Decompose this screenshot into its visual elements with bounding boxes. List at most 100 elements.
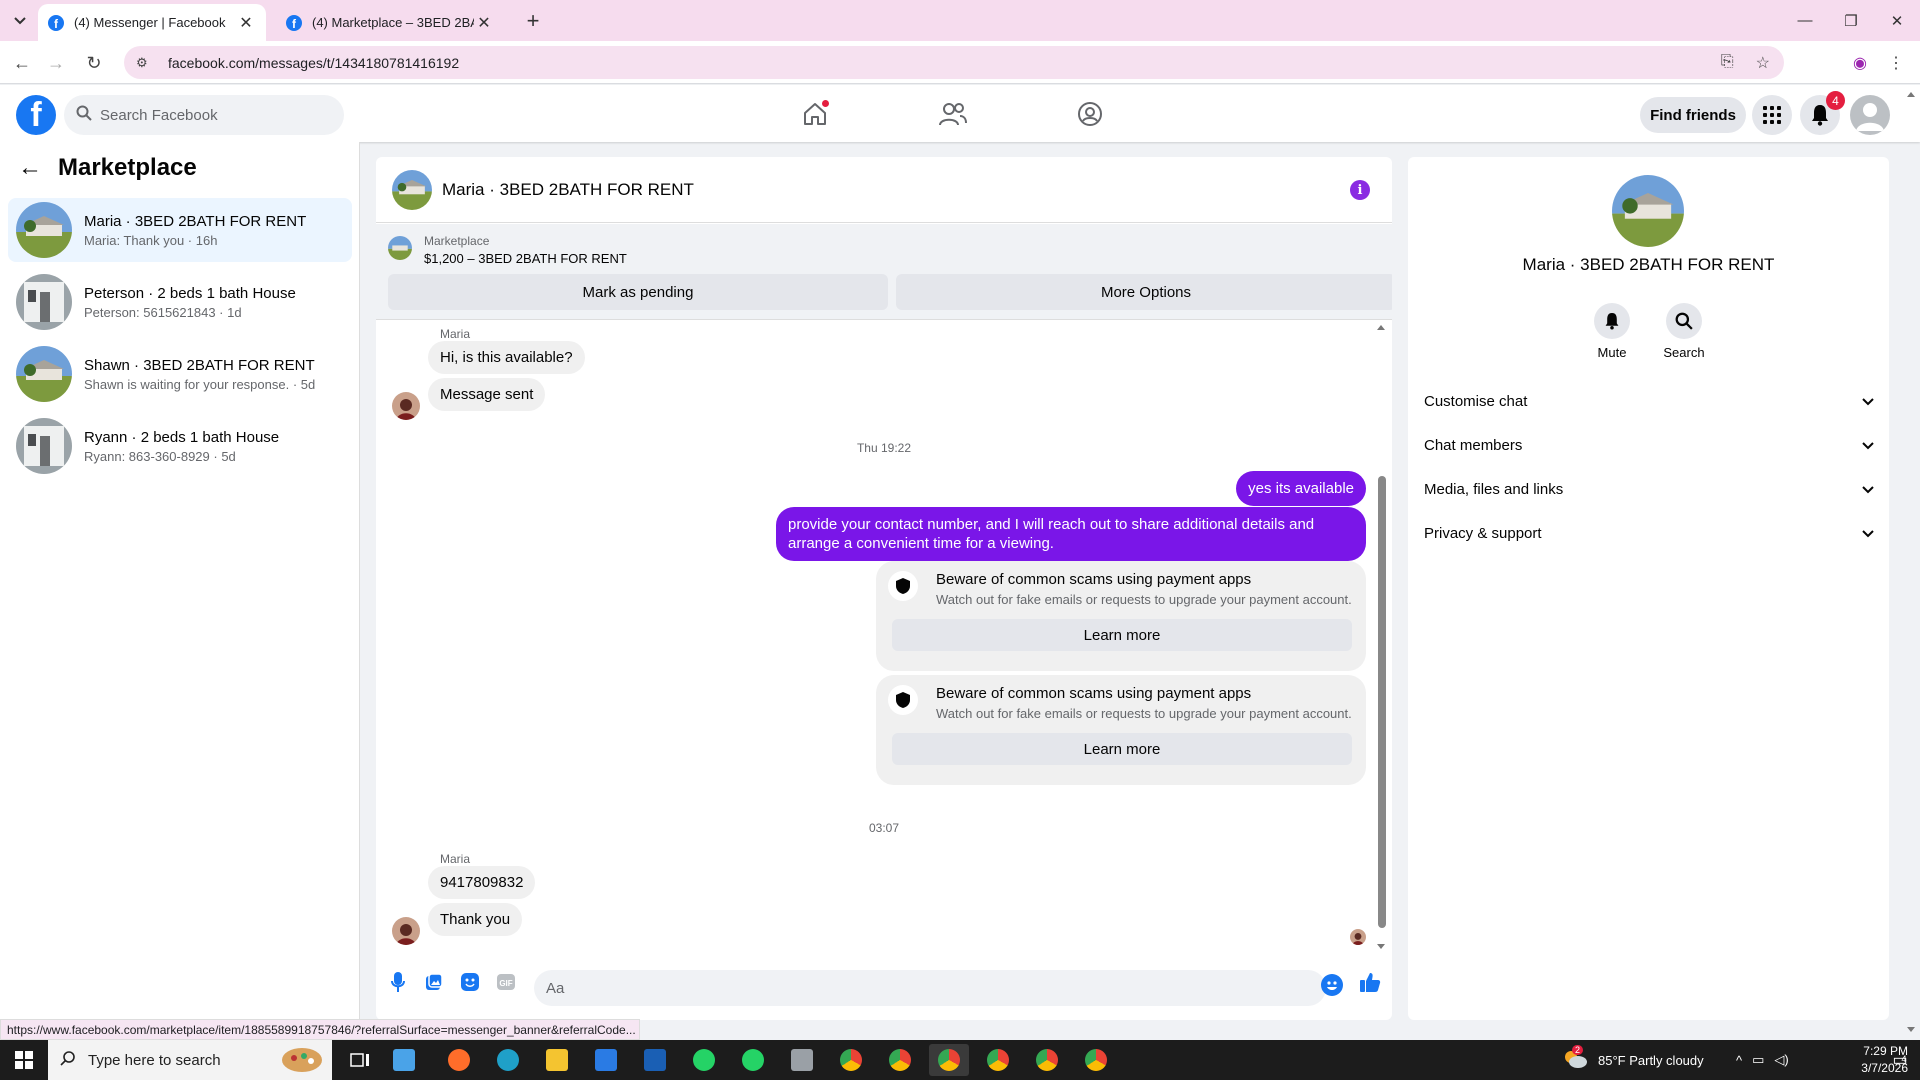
section-customise-chat[interactable]: Customise chat xyxy=(1424,383,1874,419)
browser-tab-messenger[interactable]: f (4) Messenger | Facebook ✕ xyxy=(38,4,266,41)
chrome-profile-icon[interactable] xyxy=(1076,1044,1116,1076)
conversation-item[interactable]: Peterson · 2 beds 1 bath House Peterson:… xyxy=(8,270,352,334)
facebook-favicon-icon: f xyxy=(286,14,302,31)
close-tab-icon[interactable]: ✕ xyxy=(236,13,256,33)
conversation-item[interactable]: Maria · 3BED 2BATH FOR RENT Maria: Thank… xyxy=(8,198,352,262)
conversation-item[interactable]: Ryann · 2 beds 1 bath House Ryann: 863-3… xyxy=(8,414,352,478)
mark-as-pending-button[interactable]: Mark as pending xyxy=(388,274,888,310)
whatsapp-icon[interactable] xyxy=(684,1044,724,1076)
message-input[interactable]: Aa xyxy=(534,970,1326,1006)
svg-text:GIF: GIF xyxy=(499,979,512,988)
browser-menu-icon[interactable]: ⋮ xyxy=(1886,53,1906,73)
sticker-icon[interactable] xyxy=(460,972,480,992)
message-scrollbar[interactable] xyxy=(1376,321,1386,954)
profile-extension-icon[interactable]: ◉ xyxy=(1850,53,1870,73)
conversation-name: Maria · 3BED 2BATH FOR RENT xyxy=(84,212,307,230)
photo-icon[interactable] xyxy=(424,972,444,992)
address-toolbar: ← → ↻ ⚙ facebook.com/messages/t/14341807… xyxy=(0,41,1920,84)
sender-avatar[interactable] xyxy=(392,917,420,945)
tray-chevron-up-icon[interactable]: ^ xyxy=(1736,1053,1742,1068)
profile-nav-icon[interactable] xyxy=(1075,99,1105,129)
chrome-profile-icon[interactable] xyxy=(880,1044,920,1076)
notification-center-icon[interactable]: ▭ 4 xyxy=(1880,1040,1920,1080)
network-icon[interactable]: ▭ xyxy=(1752,1052,1764,1068)
chrome-active-icon[interactable] xyxy=(929,1044,969,1076)
account-avatar[interactable] xyxy=(1850,95,1890,135)
shield-icon xyxy=(888,571,918,601)
emoji-icon[interactable] xyxy=(1321,974,1343,996)
windows-start-icon[interactable] xyxy=(0,1040,48,1080)
home-nav-icon[interactable] xyxy=(800,99,830,129)
url-bar[interactable]: ⚙ facebook.com/messages/t/14341807814161… xyxy=(124,46,1784,79)
chat-avatar[interactable] xyxy=(392,169,432,210)
app-window-icon[interactable] xyxy=(782,1044,822,1076)
menu-grid-button[interactable] xyxy=(1752,95,1792,135)
microphone-icon[interactable] xyxy=(388,972,408,992)
friends-nav-icon[interactable] xyxy=(938,99,968,129)
bookmark-star-icon[interactable]: ☆ xyxy=(1756,53,1770,73)
install-app-icon[interactable]: ⎘ xyxy=(1721,53,1734,73)
page-scroll-down-icon[interactable] xyxy=(1906,1026,1916,1034)
facebook-logo-icon[interactable]: f xyxy=(16,95,56,135)
facebook-search-input[interactable]: Search Facebook xyxy=(64,95,344,135)
file-explorer-icon[interactable] xyxy=(537,1044,577,1076)
listing-house-thumbnail xyxy=(16,346,72,402)
notes-app-icon[interactable] xyxy=(384,1044,424,1076)
notifications-button[interactable]: 4 xyxy=(1800,91,1845,135)
taskbar-search-input[interactable]: Type here to search xyxy=(48,1040,332,1080)
back-arrow-icon[interactable]: ← xyxy=(10,51,34,75)
facebook-header: f Search Facebook Find friends 4 xyxy=(0,85,1920,142)
scrollbar-thumb[interactable] xyxy=(1378,476,1386,928)
gif-icon[interactable]: GIF xyxy=(496,972,516,992)
chrome-profile-icon[interactable] xyxy=(978,1044,1018,1076)
more-options-button[interactable]: More Options xyxy=(896,274,1392,310)
restore-button[interactable]: ❐ xyxy=(1828,0,1874,41)
mute-button[interactable]: Mute xyxy=(1582,303,1642,360)
incoming-message: Hi, is this available? xyxy=(428,341,585,374)
find-friends-button[interactable]: Find friends xyxy=(1640,97,1746,133)
chrome-profile-icon[interactable] xyxy=(1027,1044,1067,1076)
outlook-icon[interactable] xyxy=(635,1044,675,1076)
url-text: facebook.com/messages/t/1434180781416192 xyxy=(168,54,460,71)
volume-icon[interactable]: ◁) xyxy=(1774,1052,1788,1068)
conversation-preview: Ryann: 863-360-8929 · 5d xyxy=(84,448,236,464)
firefox-icon[interactable] xyxy=(439,1044,479,1076)
search-in-chat-button[interactable]: Search xyxy=(1654,303,1714,360)
info-icon[interactable]: i xyxy=(1350,180,1370,200)
whatsapp-business-icon[interactable] xyxy=(733,1044,773,1076)
thumbs-up-icon[interactable] xyxy=(1358,970,1382,994)
windows-taskbar: Type here to search 2 85°F Partly cloudy… xyxy=(0,1040,1920,1080)
listing-price-title[interactable]: $1,200 – 3BED 2BATH FOR RENT xyxy=(424,251,627,266)
microsoft-store-icon[interactable] xyxy=(586,1044,626,1076)
forward-arrow-icon[interactable]: → xyxy=(44,51,68,75)
listing-thumbnail[interactable] xyxy=(388,236,412,260)
section-chat-members[interactable]: Chat members xyxy=(1424,427,1874,463)
weather-widget[interactable]: 2 85°F Partly cloudy xyxy=(1562,1040,1704,1080)
edge-icon[interactable] xyxy=(488,1044,528,1076)
section-privacy-support[interactable]: Privacy & support xyxy=(1424,515,1874,551)
bell-icon xyxy=(1812,105,1828,126)
marketplace-listing-banner: Marketplace $1,200 – 3BED 2BATH FOR RENT… xyxy=(376,224,1392,320)
marketplace-header: ← Marketplace xyxy=(18,154,197,182)
tab-title: (4) Messenger | Facebook xyxy=(74,15,226,30)
reload-icon[interactable]: ↻ xyxy=(82,51,106,75)
browser-tab-marketplace[interactable]: f (4) Marketplace – 3BED 2BATH ✕ xyxy=(276,4,504,41)
chrome-icon[interactable] xyxy=(831,1044,871,1076)
task-view-icon[interactable] xyxy=(340,1044,380,1076)
close-tab-icon[interactable]: ✕ xyxy=(474,13,494,33)
learn-more-button[interactable]: Learn more xyxy=(892,733,1352,765)
chat-profile-avatar[interactable] xyxy=(1612,175,1684,247)
site-info-icon[interactable]: ⚙ xyxy=(136,55,152,71)
back-arrow-icon[interactable]: ← xyxy=(18,154,42,182)
close-window-button[interactable]: ✕ xyxy=(1874,0,1920,41)
section-media-files-links[interactable]: Media, files and links xyxy=(1424,471,1874,507)
sender-avatar[interactable] xyxy=(392,392,420,420)
new-tab-button[interactable]: + xyxy=(520,8,546,34)
listing-house-thumbnail xyxy=(16,418,72,474)
chat-title[interactable]: Maria · 3BED 2BATH FOR RENT xyxy=(442,180,694,200)
learn-more-button[interactable]: Learn more xyxy=(892,619,1352,651)
tab-search-dropdown-icon[interactable] xyxy=(8,10,32,32)
conversation-item[interactable]: Shawn · 3BED 2BATH FOR RENT Shawn is wai… xyxy=(8,342,352,406)
minimize-button[interactable]: — xyxy=(1782,0,1828,41)
page-scroll-up-icon[interactable] xyxy=(1906,90,1916,98)
